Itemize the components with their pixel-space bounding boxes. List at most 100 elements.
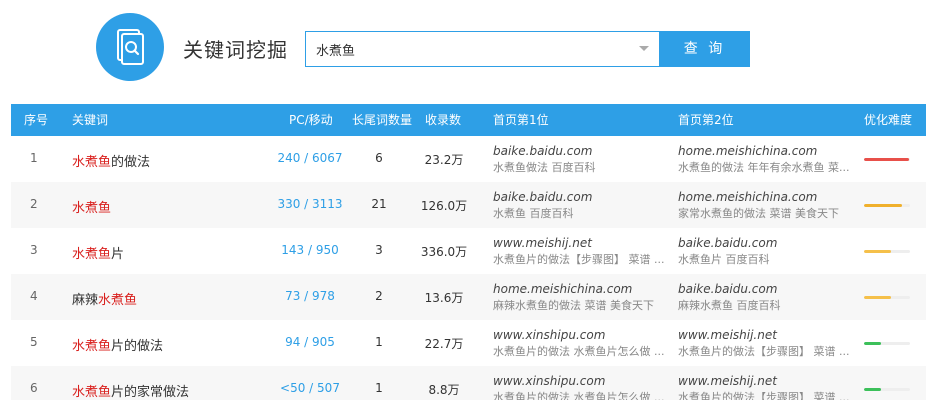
indexed-count: 13.6万 bbox=[424, 291, 464, 305]
row-index: 1 bbox=[30, 151, 38, 165]
keyword-cell[interactable]: 麻辣水煮鱼 bbox=[72, 289, 137, 308]
keyword-highlight: 水煮鱼 bbox=[72, 201, 112, 216]
pc-mobile-link[interactable]: 73 / 978 bbox=[255, 289, 365, 303]
difficulty-bar-fill bbox=[864, 250, 891, 253]
keyword-highlight: 水煮鱼 bbox=[72, 155, 112, 170]
keyword-cell[interactable]: 水煮鱼片的家常做法 bbox=[72, 381, 189, 400]
rank2-snippet[interactable]: 家常水煮鱼的做法 菜谱 美食天下 bbox=[678, 205, 853, 222]
column-header-rank1: 首页第1位 bbox=[493, 113, 549, 127]
table-row: 3 水煮鱼片 143 / 950 3 336.0万 www.meishij.net 水煮鱼片… bbox=[11, 228, 926, 274]
rank2-domain[interactable]: baike.baidu.com bbox=[678, 282, 853, 297]
table-header: 序号 关键词 PC/移动 长尾词数量 收录数 首页第1位 首页第2位 优化难度 bbox=[11, 104, 926, 136]
rank1-snippet[interactable]: 水煮鱼做法 百度百科 bbox=[493, 159, 668, 176]
keyword-text: 麻辣 bbox=[72, 293, 99, 308]
difficulty-bar-fill bbox=[864, 158, 910, 161]
table-body: 1 水煮鱼的做法 240 / 6067 6 23.2万 baike.baidu.com 水煮… bbox=[11, 136, 926, 400]
rank1-snippet[interactable]: 水煮鱼片的做法 水煮鱼片怎么做 ... bbox=[493, 389, 668, 400]
rank1-snippet[interactable]: 水煮鱼片的做法 水煮鱼片怎么做 ... bbox=[493, 343, 668, 360]
rank2-domain[interactable]: home.meishichina.com bbox=[678, 144, 853, 159]
rank1-domain[interactable]: baike.baidu.com bbox=[493, 190, 668, 205]
rank1-domain[interactable]: www.meishij.net bbox=[493, 236, 668, 251]
rank2-snippet[interactable]: 水煮鱼片的做法【步骤图】 菜谱 ... bbox=[678, 343, 853, 360]
page-title: 关键词挖掘 bbox=[183, 38, 288, 62]
keyword-cell[interactable]: 水煮鱼片的做法 bbox=[72, 335, 163, 354]
keyword-text: 片 bbox=[111, 247, 125, 262]
rank2-domain[interactable]: www.meishij.net bbox=[678, 374, 853, 389]
column-header-indexed: 收录数 bbox=[425, 113, 462, 127]
pc-mobile-link[interactable]: 330 / 3113 bbox=[255, 197, 365, 211]
rank2-cell: www.meishij.net 水煮鱼片的做法【步骤图】 菜谱 ... bbox=[678, 328, 853, 360]
pc-mobile-link[interactable]: 143 / 950 bbox=[255, 243, 365, 257]
pc-mobile-link[interactable]: 94 / 905 bbox=[255, 335, 365, 349]
column-header-difficulty: 优化难度 bbox=[864, 113, 913, 127]
longtail-count: 1 bbox=[375, 381, 383, 395]
indexed-count: 336.0万 bbox=[420, 245, 468, 259]
difficulty-bar-fill bbox=[864, 296, 891, 299]
row-index: 2 bbox=[30, 197, 38, 211]
keyword-highlight: 水煮鱼 bbox=[72, 247, 112, 262]
table-row: 5 水煮鱼片的做法 94 / 905 1 22.7万 www.xinshipu.com 水煮… bbox=[11, 320, 926, 366]
row-index: 4 bbox=[30, 289, 38, 303]
indexed-count: 126.0万 bbox=[420, 199, 468, 213]
difficulty-bar bbox=[864, 342, 910, 345]
difficulty-bar bbox=[864, 296, 910, 299]
keyword-table: 序号 关键词 PC/移动 长尾词数量 收录数 首页第1位 首页第2位 优化难度 … bbox=[11, 104, 926, 400]
rank2-domain[interactable]: www.meishij.net bbox=[678, 328, 853, 343]
rank2-snippet[interactable]: 水煮鱼片 百度百科 bbox=[678, 251, 853, 268]
rank1-cell: home.meishichina.com 麻辣水煮鱼的做法 菜谱 美食天下 bbox=[493, 282, 668, 314]
rank2-cell: baike.baidu.com 麻辣水煮鱼 百度百科 bbox=[678, 282, 853, 314]
keyword-cell[interactable]: 水煮鱼片 bbox=[72, 243, 124, 262]
keyword-cell[interactable]: 水煮鱼 bbox=[72, 197, 111, 216]
search-input[interactable] bbox=[306, 32, 659, 66]
keyword-text: 片的做法 bbox=[111, 339, 164, 354]
difficulty-bar-fill bbox=[864, 204, 902, 207]
search-button[interactable]: 查 询 bbox=[659, 31, 750, 67]
rank1-snippet[interactable]: 麻辣水煮鱼的做法 菜谱 美食天下 bbox=[493, 297, 668, 314]
keyword-highlight: 水煮鱼 bbox=[98, 293, 138, 308]
search-field[interactable] bbox=[305, 31, 659, 67]
column-header-keyword: 关键词 bbox=[72, 113, 109, 127]
difficulty-bar bbox=[864, 388, 910, 391]
longtail-count: 6 bbox=[375, 151, 383, 165]
pc-mobile-link[interactable]: <50 / 507 bbox=[255, 381, 365, 395]
difficulty-bar bbox=[864, 250, 910, 253]
rank2-snippet[interactable]: 水煮鱼片的做法【步骤图】 菜谱 ... bbox=[678, 389, 853, 400]
longtail-count: 3 bbox=[375, 243, 383, 257]
dropdown-caret-icon[interactable] bbox=[639, 46, 649, 51]
column-header-longtail: 长尾词数量 bbox=[352, 113, 413, 127]
rank1-cell: baike.baidu.com 水煮鱼做法 百度百科 bbox=[493, 144, 668, 176]
rank1-domain[interactable]: www.xinshipu.com bbox=[493, 374, 668, 389]
rank1-snippet[interactable]: 水煮鱼片的做法【步骤图】 菜谱 ... bbox=[493, 251, 668, 268]
row-index: 6 bbox=[30, 381, 38, 395]
column-header-index: 序号 bbox=[24, 113, 49, 127]
rank1-domain[interactable]: www.xinshipu.com bbox=[493, 328, 668, 343]
rank1-domain[interactable]: home.meishichina.com bbox=[493, 282, 668, 297]
table-row: 6 水煮鱼片的家常做法 <50 / 507 1 8.8万 www.xinshipu.com… bbox=[11, 366, 926, 400]
table-row: 4 麻辣水煮鱼 73 / 978 2 13.6万 home.meishichina.com… bbox=[11, 274, 926, 320]
rank2-snippet[interactable]: 水煮鱼的做法 年年有余水煮鱼 菜... bbox=[678, 159, 853, 176]
column-header-pc-mobile: PC/移动 bbox=[289, 113, 333, 127]
rank1-cell: www.meishij.net 水煮鱼片的做法【步骤图】 菜谱 ... bbox=[493, 236, 668, 268]
rank2-cell: baike.baidu.com 水煮鱼片 百度百科 bbox=[678, 236, 853, 268]
keyword-cell[interactable]: 水煮鱼的做法 bbox=[72, 151, 150, 170]
row-index: 3 bbox=[30, 243, 38, 257]
rank2-cell: home.meishichina.com 水煮鱼的做法 年年有余水煮鱼 菜... bbox=[678, 144, 853, 176]
longtail-count: 1 bbox=[375, 335, 383, 349]
rank1-snippet[interactable]: 水煮鱼 百度百科 bbox=[493, 205, 668, 222]
keyword-highlight: 水煮鱼 bbox=[72, 339, 112, 354]
rank2-snippet[interactable]: 麻辣水煮鱼 百度百科 bbox=[678, 297, 853, 314]
rank2-domain[interactable]: baike.baidu.com bbox=[678, 236, 853, 251]
row-index: 5 bbox=[30, 335, 38, 349]
keyword-text: 的做法 bbox=[111, 155, 151, 170]
rank2-cell: home.meishichina.com 家常水煮鱼的做法 菜谱 美食天下 bbox=[678, 190, 853, 222]
difficulty-bar-fill bbox=[864, 342, 882, 345]
difficulty-bar bbox=[864, 204, 910, 207]
pc-mobile-link[interactable]: 240 / 6067 bbox=[255, 151, 365, 165]
indexed-count: 22.7万 bbox=[424, 337, 464, 351]
rank2-domain[interactable]: home.meishichina.com bbox=[678, 190, 853, 205]
rank1-domain[interactable]: baike.baidu.com bbox=[493, 144, 668, 159]
longtail-count: 2 bbox=[375, 289, 383, 303]
table-row: 2 水煮鱼 330 / 3113 21 126.0万 baike.baidu.com 水煮鱼… bbox=[11, 182, 926, 228]
difficulty-bar bbox=[864, 158, 910, 161]
indexed-count: 23.2万 bbox=[424, 153, 464, 167]
